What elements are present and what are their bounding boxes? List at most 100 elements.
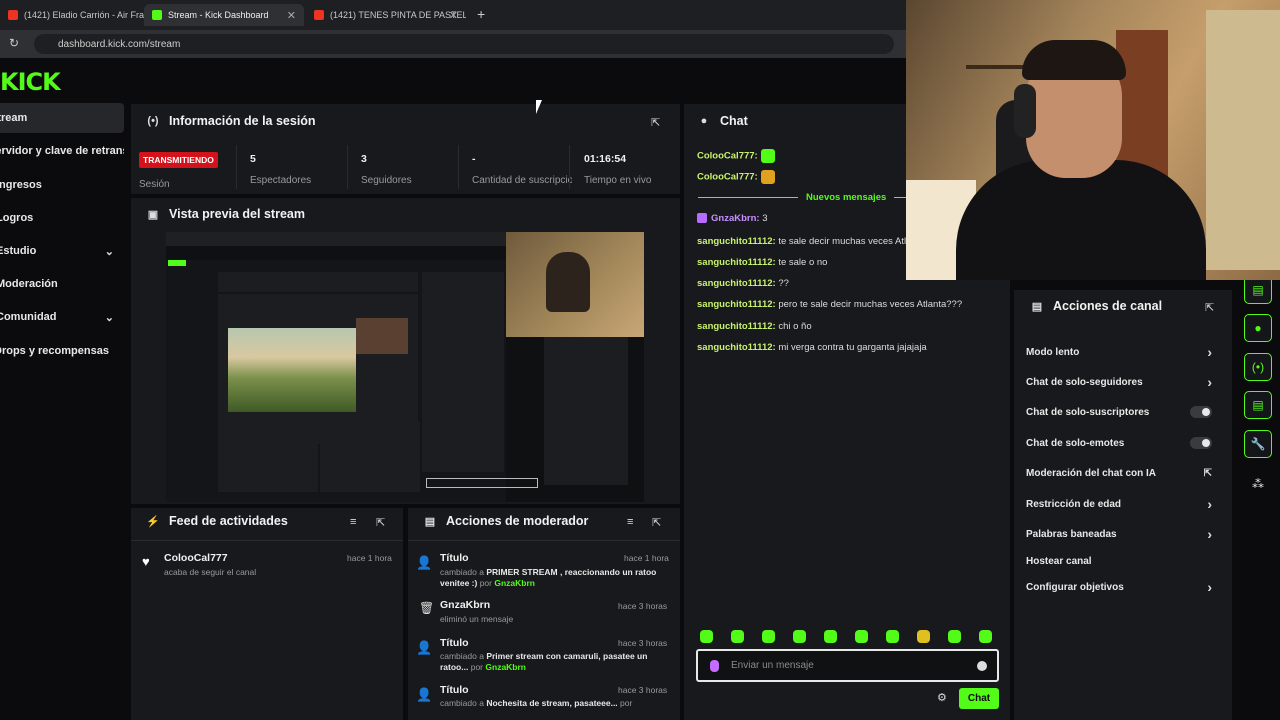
- rail-server-button[interactable]: ▤: [1244, 391, 1272, 419]
- chat-message: sanguchito11112: mi verga contra tu garg…: [697, 342, 927, 353]
- mini-activity-panel: [218, 422, 318, 492]
- new-messages-line: [894, 197, 906, 198]
- rail-wrench-button[interactable]: 🔧: [1244, 430, 1272, 458]
- document-icon: ▤: [424, 515, 436, 528]
- mini-webcam: [356, 318, 408, 354]
- action-banned-words[interactable]: Palabras baneadas ›: [1026, 521, 1222, 547]
- chat-username[interactable]: GnzaKbrn:: [711, 213, 760, 224]
- chevron-down-icon: ⌄: [104, 245, 114, 258]
- chat-username[interactable]: ColooCal777:: [697, 172, 758, 183]
- emotes-only-toggle[interactable]: [1190, 437, 1212, 449]
- divider: [408, 540, 680, 541]
- mod-action-title: Título: [440, 684, 469, 696]
- session-info-title: Información de la sesión: [169, 114, 316, 128]
- chat-username[interactable]: ColooCal777:: [697, 151, 758, 162]
- sidebar-item-achievements[interactable]: Logros: [0, 203, 124, 233]
- sidebar-item-stream[interactable]: Stream: [0, 103, 124, 133]
- chevron-right-icon: ›: [1207, 526, 1212, 542]
- emoji-icon[interactable]: [977, 660, 987, 671]
- close-tab-icon[interactable]: ✕: [449, 9, 458, 22]
- emote-quick-bar[interactable]: [700, 630, 1010, 648]
- sidebar-item-community[interactable]: Comunidad ⌄: [0, 302, 124, 332]
- session-info-header: (•) Información de la sesión: [146, 114, 316, 128]
- sidebar-item-moderation[interactable]: Moderación: [0, 269, 124, 299]
- mini-chat-panel: [422, 272, 504, 472]
- chat-username[interactable]: sanguchito11112:: [697, 342, 776, 353]
- activity-text: acaba de seguir el canal: [164, 567, 257, 577]
- webcam-shelf: [966, 65, 1026, 69]
- filter-icon[interactable]: ≡: [627, 516, 633, 528]
- popout-icon[interactable]: ⇱: [376, 516, 385, 529]
- broadcast-icon: (•): [147, 115, 159, 127]
- popout-icon[interactable]: ⇱: [652, 516, 661, 529]
- chat-username[interactable]: sanguchito11112:: [697, 299, 776, 310]
- browser-tab-2[interactable]: Stream - Kick Dashboard ✕: [144, 4, 304, 26]
- action-age-restriction[interactable]: Restricción de edad ›: [1026, 491, 1222, 517]
- chat-message: sanguchito11112: te sale o no: [697, 257, 828, 268]
- rail-broadcast-button[interactable]: (•): [1244, 353, 1272, 381]
- chevron-down-icon: ⌄: [104, 311, 114, 324]
- channel-actions-title: Acciones de canal: [1053, 299, 1163, 313]
- external-link-icon: ⇱: [1203, 467, 1212, 479]
- emote-icon[interactable]: [700, 630, 713, 643]
- rail-panel-button[interactable]: ▤: [1244, 276, 1272, 304]
- stream-preview-video[interactable]: [166, 232, 644, 502]
- chat-username[interactable]: sanguchito11112:: [697, 321, 776, 332]
- emote-icon[interactable]: [824, 630, 837, 643]
- youtube-icon: [8, 10, 18, 20]
- emote-icon[interactable]: [979, 630, 992, 643]
- user-edit-icon: 👤: [416, 687, 433, 702]
- followers-value: 3: [361, 153, 367, 165]
- action-slow-mode[interactable]: Modo lento ›: [1026, 339, 1222, 365]
- action-configure-goals[interactable]: Configurar objetivos ›: [1026, 574, 1222, 600]
- browser-tab-3[interactable]: (1421) TENES PINTA DE PASTEL ✕: [306, 4, 466, 26]
- activity-user: ColooCal777: [164, 552, 228, 564]
- divider: [347, 145, 348, 189]
- sidebar-item-studio[interactable]: Estudio ⌄: [0, 236, 124, 266]
- reload-icon[interactable]: ↻: [9, 36, 19, 50]
- mod-action-detail: cambiado a Nochesita de stream, pasateee…: [440, 698, 633, 708]
- browser-tab-1[interactable]: (1421) Eladio Carrión - Air France: [0, 4, 144, 26]
- action-subscribers-only[interactable]: Chat de solo-suscriptores: [1026, 399, 1222, 425]
- subscribers-only-toggle[interactable]: [1190, 406, 1212, 418]
- followers-label: Seguidores: [361, 175, 412, 186]
- new-tab-button[interactable]: +: [477, 6, 485, 22]
- popout-icon[interactable]: ⇱: [651, 116, 660, 129]
- stream-preview-header: ▣ Vista previa del stream: [146, 207, 305, 221]
- gear-icon[interactable]: ⚙: [937, 691, 947, 704]
- chat-username[interactable]: sanguchito11112:: [697, 236, 776, 247]
- emote-icon[interactable]: [762, 630, 775, 643]
- chat-username[interactable]: sanguchito11112:: [697, 278, 776, 289]
- action-ai-moderation[interactable]: Moderación del chat con IA ⇱: [1026, 460, 1222, 486]
- rail-chat-button[interactable]: ●: [1244, 314, 1272, 342]
- lightning-icon: ⚡: [146, 515, 160, 528]
- emote-icon[interactable]: [948, 630, 961, 643]
- sidebar-item-server-key[interactable]: Servidor y clave de retransmisión: [0, 136, 124, 166]
- emote-icon[interactable]: [731, 630, 744, 643]
- action-host-channel[interactable]: Hostear canal: [1026, 548, 1222, 574]
- sidebar-item-income[interactable]: Ingresos: [0, 170, 124, 200]
- url-field[interactable]: dashboard.kick.com/stream: [34, 34, 894, 54]
- emote-icon[interactable]: [917, 630, 930, 643]
- rail-more-icon[interactable]: ⁂: [1252, 477, 1264, 491]
- filter-icon[interactable]: ≡: [350, 516, 356, 528]
- chat-message: sanguchito11112: ??: [697, 278, 789, 289]
- divider: [458, 145, 459, 189]
- sidebar-item-drops[interactable]: Drops y recompensas: [0, 336, 124, 366]
- send-chat-button[interactable]: Chat: [959, 688, 999, 709]
- close-tab-icon[interactable]: ✕: [287, 9, 296, 22]
- action-followers-only[interactable]: Chat de solo-seguidores ›: [1026, 369, 1222, 395]
- chat-username[interactable]: sanguchito11112:: [697, 257, 776, 268]
- emote-icon[interactable]: [855, 630, 868, 643]
- kick-logo[interactable]: KICK: [0, 68, 61, 96]
- chat-input[interactable]: Enviar un mensaje: [696, 649, 999, 682]
- emote-icon[interactable]: [886, 630, 899, 643]
- popout-icon[interactable]: ⇱: [1205, 301, 1214, 314]
- emote-icon[interactable]: [793, 630, 806, 643]
- viewers-label: Espectadores: [250, 175, 312, 186]
- mod-action-detail: cambiado a Primer stream con camaruli, p…: [440, 651, 648, 672]
- mouse-cursor: [536, 100, 542, 114]
- mod-action-title: Título: [440, 637, 469, 649]
- mod-actions-header: ▤ Acciones de moderador: [423, 514, 589, 528]
- action-emotes-only[interactable]: Chat de solo-emotes: [1026, 430, 1222, 456]
